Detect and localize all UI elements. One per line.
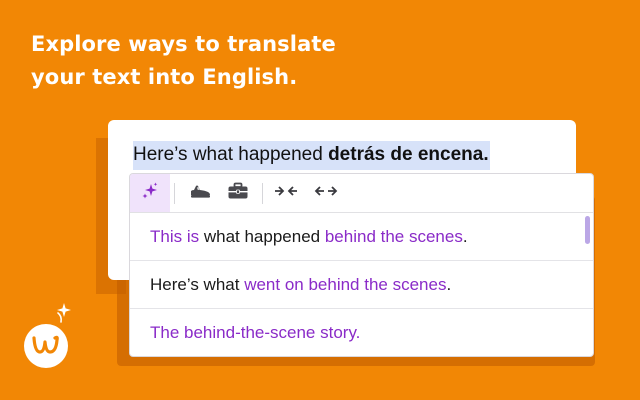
sparkles-icon <box>140 181 160 206</box>
rewrite-toolbar <box>130 174 593 213</box>
suggestion-segment: . <box>446 275 452 294</box>
suggestion-1[interactable]: This is what happened behind the scenes. <box>130 213 593 261</box>
sparkles-button[interactable] <box>130 174 170 212</box>
selected-source-text[interactable]: Here’s what happened detrás de encena. <box>133 141 490 170</box>
app-logo <box>20 302 80 377</box>
shorten-button[interactable] <box>270 174 302 212</box>
suggestion-segment: . <box>462 227 468 246</box>
source-text-plain: Here’s what happened <box>133 144 329 165</box>
suggestion-segment: behind the scenes <box>324 227 463 246</box>
scrollbar-thumb[interactable] <box>585 216 590 244</box>
suggestion-list: This is what happened behind the scenes.… <box>130 213 593 356</box>
briefcase-icon <box>227 182 249 205</box>
casual-tone-button[interactable] <box>184 174 216 212</box>
suggestion-segment: Here’s what <box>150 275 245 294</box>
headline-line-1: Explore ways to translate <box>31 32 336 56</box>
suggestion-segment: went on behind the scenes <box>244 275 447 294</box>
suggestion-3[interactable]: The behind-the-scene story. <box>130 309 593 356</box>
headline-line-2: your text into English. <box>31 65 298 89</box>
suggestion-2[interactable]: Here’s what went on behind the scenes. <box>130 261 593 309</box>
suggestion-segment: what happened <box>199 227 325 246</box>
toolbar-divider <box>174 183 175 204</box>
suggestion-segment: This is <box>150 227 200 246</box>
logo-icon <box>24 303 71 368</box>
source-text-foreign: detrás de encena. <box>328 144 489 165</box>
shorten-icon <box>274 184 298 203</box>
expand-button[interactable] <box>310 174 342 212</box>
headline: Explore ways to translate your text into… <box>31 28 451 94</box>
suggestion-segment: The behind-the-scene story. <box>150 323 361 342</box>
formal-tone-button[interactable] <box>222 174 254 212</box>
sneaker-icon <box>189 182 211 205</box>
expand-icon <box>314 184 338 203</box>
toolbar-divider <box>262 183 263 204</box>
translation-popup: This is what happened behind the scenes.… <box>129 173 594 357</box>
